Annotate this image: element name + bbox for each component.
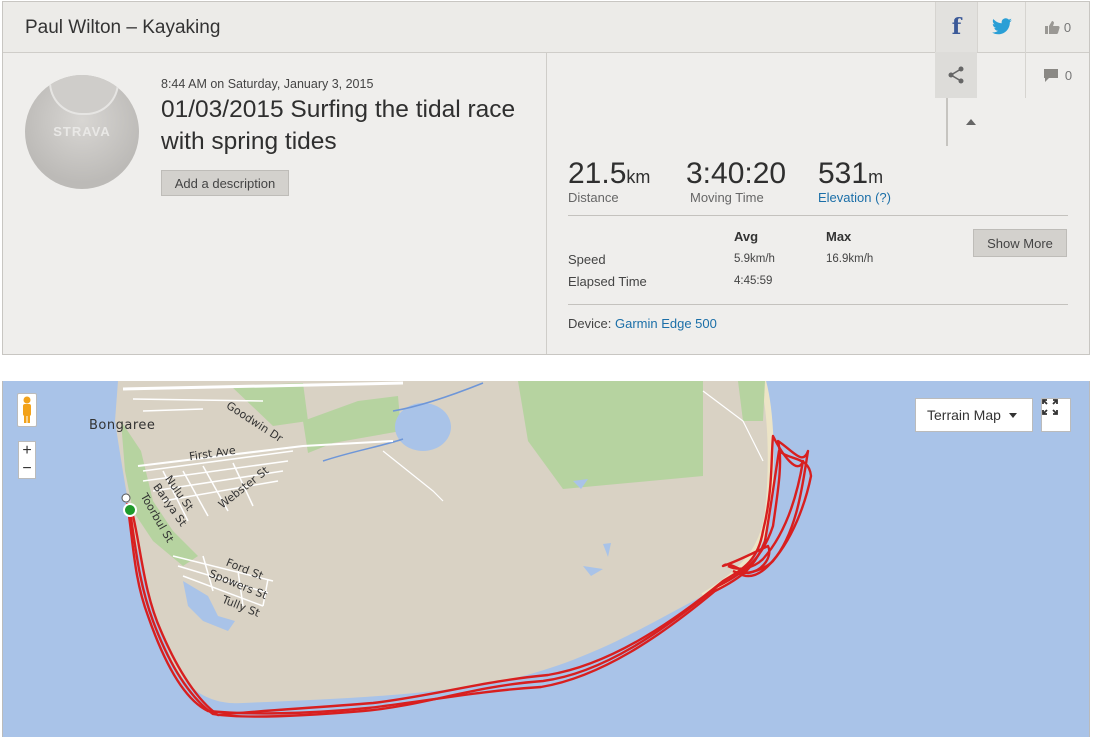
divider	[946, 98, 948, 146]
fullscreen-icon	[1042, 399, 1058, 415]
fullscreen-button[interactable]	[1041, 398, 1071, 432]
kudos-button[interactable]: 0	[1025, 2, 1089, 52]
facebook-share-button[interactable]: f	[935, 2, 977, 52]
activity-header: Paul Wilton – Kayaking f 0	[3, 2, 1089, 53]
twitter-share-button[interactable]	[977, 2, 1025, 52]
map-type-dropdown[interactable]: Terrain Map	[915, 398, 1033, 432]
moving-time-label: Moving Time	[690, 190, 764, 205]
pegman-icon	[23, 396, 31, 423]
finish-marker	[121, 493, 131, 503]
lake	[395, 403, 451, 451]
map-label-town: Bongaree	[89, 418, 156, 433]
activity-summary: STRAVA 8:44 AM on Saturday, January 3, 2…	[3, 53, 547, 354]
elapsed-time-value: 4:45:59	[734, 275, 773, 287]
avatar[interactable]: STRAVA	[25, 75, 139, 189]
speed-label: Speed	[568, 252, 606, 267]
zoom-control: + −	[18, 441, 36, 479]
elevation-stat: 531m Elevation (?)	[818, 157, 891, 205]
device-label: Device:	[568, 316, 612, 331]
avg-column-header: Avg	[734, 229, 759, 244]
zoom-out-button[interactable]: −	[19, 460, 35, 478]
map-canvas	[115, 381, 813, 718]
add-description-button[interactable]: Add a description	[161, 170, 289, 196]
moving-time-stat: 3:40:20 Moving Time	[686, 157, 786, 205]
kudos-count: 0	[1063, 19, 1072, 35]
share-button[interactable]	[935, 52, 977, 98]
device-info: Device: Garmin Edge 500	[568, 316, 717, 331]
page-title: Paul Wilton – Kayaking	[25, 17, 221, 38]
distance-label: Distance	[568, 190, 619, 205]
activity-card: Paul Wilton – Kayaking f 0 0 STRAVA 8:44…	[2, 1, 1090, 355]
zoom-in-button[interactable]: +	[19, 442, 35, 460]
divider	[568, 304, 1068, 305]
facebook-icon: f	[951, 14, 962, 40]
thumbs-up-icon	[1044, 20, 1060, 34]
comment-button[interactable]: 0	[1025, 52, 1089, 98]
max-column-header: Max	[826, 229, 852, 244]
collapse-caret-icon[interactable]	[966, 119, 976, 125]
elevation-value: 531	[818, 157, 869, 190]
twitter-icon	[991, 18, 1012, 35]
elapsed-time-label: Elapsed Time	[568, 274, 647, 289]
street-view-pegman[interactable]	[17, 393, 37, 427]
avatar-collar	[49, 75, 119, 115]
activity-title: 01/03/2015 Surfing the tidal race with s…	[161, 96, 516, 155]
route-map[interactable]: + − Terrain Map Bongaree Goodwin Dr Firs…	[2, 381, 1090, 737]
show-more-button[interactable]: Show More	[973, 229, 1067, 257]
speed-avg: 5.9km/h	[734, 253, 775, 265]
chevron-down-icon	[1008, 412, 1017, 418]
elevation-unit: m	[868, 167, 884, 187]
comment-count: 0	[1064, 67, 1073, 83]
avatar-logo: STRAVA	[53, 124, 111, 139]
elevation-help-link[interactable]: Elevation (?)	[818, 190, 891, 205]
moving-time-value: 3:40:20	[686, 157, 787, 190]
share-icon	[948, 66, 964, 84]
divider	[568, 215, 1068, 216]
distance-stat: 21.5km Distance	[568, 157, 650, 205]
distance-value: 21.5	[568, 157, 627, 190]
map-type-label: Terrain Map	[927, 407, 1001, 423]
comment-icon	[1043, 68, 1058, 82]
start-marker	[123, 503, 137, 517]
device-link[interactable]: Garmin Edge 500	[615, 316, 717, 331]
distance-unit: km	[626, 167, 651, 187]
activity-datetime: 8:44 AM on Saturday, January 3, 2015	[161, 77, 374, 91]
speed-max: 16.9km/h	[826, 253, 874, 265]
